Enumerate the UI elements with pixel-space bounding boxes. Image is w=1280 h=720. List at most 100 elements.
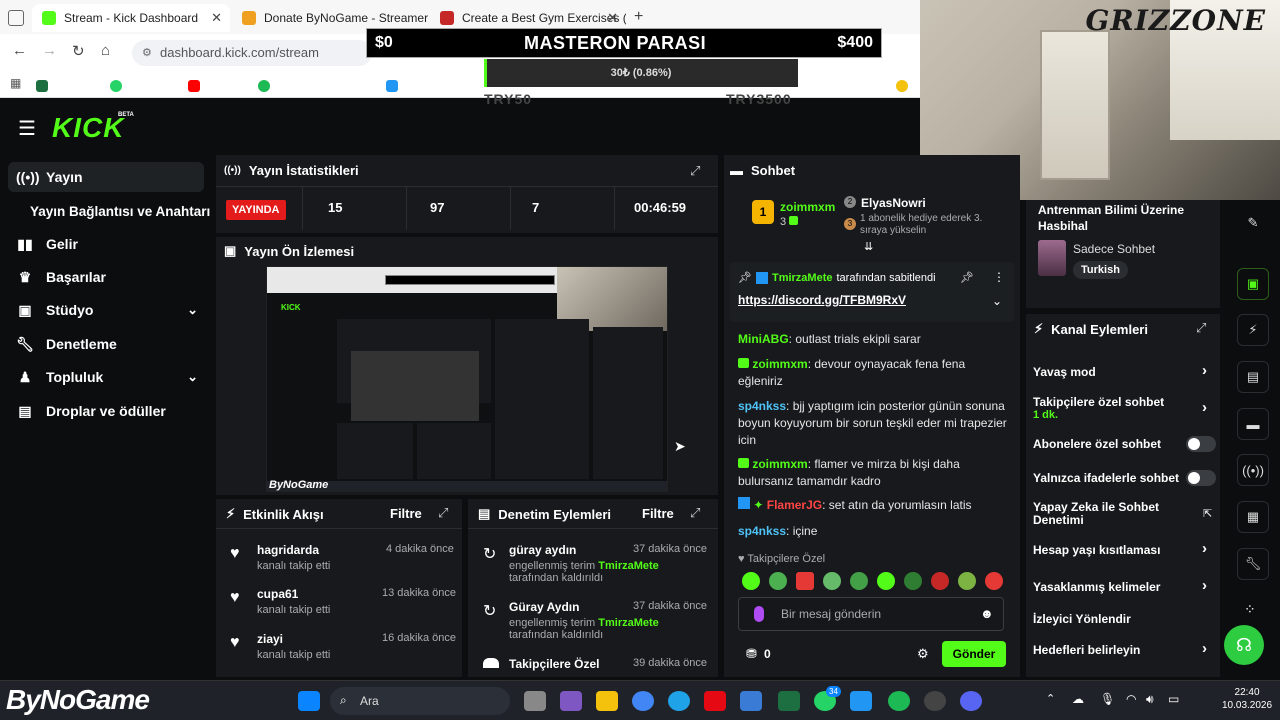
new-tab-icon[interactable]: + (634, 8, 643, 26)
action-account-age[interactable]: Hesap yaşı kısıtlaması (1033, 543, 1217, 557)
emote-icon[interactable] (931, 572, 949, 590)
moderation-filter-button[interactable]: Filtre (642, 506, 674, 521)
chevron-right-icon[interactable]: › (1202, 399, 1207, 416)
pinned-by-user[interactable]: TmirzaMete (772, 272, 833, 284)
subscribers-only-toggle[interactable] (1186, 436, 1216, 452)
emotes-only-toggle[interactable] (1186, 470, 1216, 486)
action-slow-mode[interactable]: Yavaş mod (1033, 365, 1217, 379)
points-icon[interactable]: ⛃ (746, 646, 757, 662)
volume-icon[interactable]: 🔊︎ (1146, 692, 1154, 707)
moderator-name[interactable]: TmirzaMete (598, 617, 659, 629)
moderation-user[interactable]: Güray Aydın (509, 600, 579, 614)
stream-manager-icon[interactable]: ▦ (1237, 501, 1269, 533)
chevron-down-icon[interactable]: ⌄ (187, 369, 198, 385)
chat-username[interactable]: FlamerJG (767, 498, 822, 512)
task-view-icon[interactable] (524, 691, 546, 711)
expand-icon[interactable]: ⤢ (1196, 320, 1206, 336)
nav-yayin[interactable]: ((•)) Yayın (8, 162, 204, 192)
action-followers-only[interactable]: Takipçilere özel sohbet (1033, 395, 1217, 409)
nav-denetleme[interactable]: 🔧︎ Denetleme (8, 329, 204, 359)
settings-gear-icon[interactable]: ⚙ (917, 646, 929, 662)
moderator-name[interactable]: TmirzaMete (598, 560, 659, 572)
site-info-icon[interactable]: ⚙ (142, 46, 152, 59)
chevron-right-icon[interactable]: › (1202, 540, 1207, 557)
home-icon[interactable]: ⌂ (101, 42, 110, 59)
moderation-user[interactable]: güray aydın (509, 543, 576, 557)
emote-icon[interactable] (877, 572, 895, 590)
tab-search-icon[interactable] (8, 10, 24, 26)
wrench-icon[interactable]: 🔧︎ (1237, 548, 1269, 580)
edit-pencil-icon[interactable]: ✎ (1237, 207, 1269, 239)
lightning-icon[interactable]: ⚡︎ (1237, 314, 1269, 346)
category-thumbnail[interactable] (1038, 240, 1066, 276)
broadcast-icon[interactable]: ((•)) (1237, 454, 1269, 486)
action-banned-words[interactable]: Yasaklanmış kelimeler (1033, 580, 1217, 594)
top-gifter-name[interactable]: zoimmxm (780, 200, 835, 214)
chat-username[interactable]: zoimmxm (752, 457, 807, 471)
emote-icon[interactable] (985, 572, 1003, 590)
action-raid[interactable]: İzleyici Yönlendir (1033, 612, 1217, 626)
close-tab-icon[interactable]: ✕ (211, 10, 222, 26)
back-icon[interactable]: ← (12, 42, 27, 59)
nav-basarilar[interactable]: ♛ Başarılar (8, 262, 204, 292)
emote-icon[interactable] (823, 572, 841, 590)
chrome-icon[interactable] (632, 691, 654, 711)
menu-icon[interactable]: ☰ (18, 116, 36, 141)
more-options-icon[interactable]: ⋮ (993, 270, 1005, 284)
emote-icon[interactable] (904, 572, 922, 590)
kick-logo[interactable]: KICK (52, 112, 124, 144)
action-set-goals[interactable]: Hedefleri belirleyin (1033, 643, 1217, 657)
cloud-icon[interactable]: ☁ (1072, 692, 1084, 706)
emote-icon[interactable] (796, 572, 814, 590)
expand-icon[interactable]: ⤢ (690, 163, 700, 179)
settings-app-icon[interactable] (850, 691, 872, 711)
chat-username[interactable]: sp4nkss (738, 524, 786, 538)
chevron-down-icon[interactable]: ⌄ (187, 302, 198, 318)
pinned-link[interactable]: https://discord.gg/TFBM9RxV (738, 293, 906, 307)
tab-kick-dashboard[interactable]: Stream - Kick Dashboard ✕ (32, 4, 230, 32)
wifi-icon[interactable]: ◠ (1126, 692, 1136, 706)
unpin-icon[interactable]: 📌︎ (960, 271, 974, 284)
external-link-icon[interactable]: ⇱ (1203, 507, 1212, 520)
show-hidden-icons-icon[interactable]: ⌃ (1046, 692, 1055, 705)
nav-stream-key[interactable]: Yayın Bağlantısı ve Anahtarı (8, 196, 218, 226)
forward-icon[interactable]: → (42, 42, 57, 59)
nav-gelir[interactable]: ▮▮ Gelir (8, 229, 204, 259)
expand-icon[interactable]: ⤢ (690, 505, 700, 521)
chat-username[interactable]: zoimmxm (752, 357, 807, 371)
moderation-user[interactable]: Takipçilere Özel (509, 657, 600, 671)
expand-icon[interactable]: ⤢ (438, 505, 448, 521)
connections-icon[interactable]: ⁘ (1244, 601, 1256, 618)
chat-username[interactable]: MiniABG (738, 332, 789, 346)
store-icon[interactable] (740, 691, 762, 711)
chat-input[interactable]: Bir mesaj gönderin (738, 597, 1004, 631)
edge-icon[interactable] (668, 691, 690, 711)
nav-droplar[interactable]: ▤ Droplar ve ödüller (8, 396, 204, 426)
nav-topluluk[interactable]: ♟ Topluluk ⌄ (8, 362, 204, 392)
discord-icon[interactable] (960, 691, 982, 711)
system-clock[interactable]: 22:40 10.03.2026 (1222, 686, 1272, 712)
action-ai-moderation[interactable]: Yapay Zeka ile Sohbet Denetimi (1033, 501, 1183, 527)
file-explorer-icon[interactable] (596, 691, 618, 711)
bookmark-excel[interactable]: Excel | (36, 77, 101, 95)
chat-username[interactable]: sp4nkss (738, 399, 786, 413)
battery-icon[interactable]: ▭ (1168, 692, 1179, 706)
chevron-down-icon[interactable]: ⌄ (992, 294, 1002, 308)
send-button[interactable]: Gönder (942, 641, 1006, 667)
reload-icon[interactable]: ↻ (72, 42, 85, 60)
obs-icon[interactable] (924, 691, 946, 711)
microphone-icon[interactable] (754, 606, 764, 622)
chat-bubble-icon[interactable]: ▬ (1237, 408, 1269, 440)
apps-grid-icon[interactable]: ▦ (10, 76, 21, 90)
language-tag[interactable]: Turkish (1073, 261, 1128, 279)
emote-icon[interactable] (769, 572, 787, 590)
chevron-right-icon[interactable]: › (1202, 640, 1207, 657)
stream-preview[interactable]: KICK ByNoGame (266, 266, 668, 492)
activity-filter-button[interactable]: Filtre (390, 506, 422, 521)
windows-start-icon[interactable] (298, 691, 320, 711)
camera-icon[interactable]: ▣ (1237, 268, 1269, 300)
url-input[interactable]: dashboard.kick.com/stream (132, 40, 372, 66)
spotify-icon[interactable] (888, 691, 910, 711)
copilot-icon[interactable] (560, 691, 582, 711)
chevron-right-icon[interactable]: › (1202, 362, 1207, 379)
